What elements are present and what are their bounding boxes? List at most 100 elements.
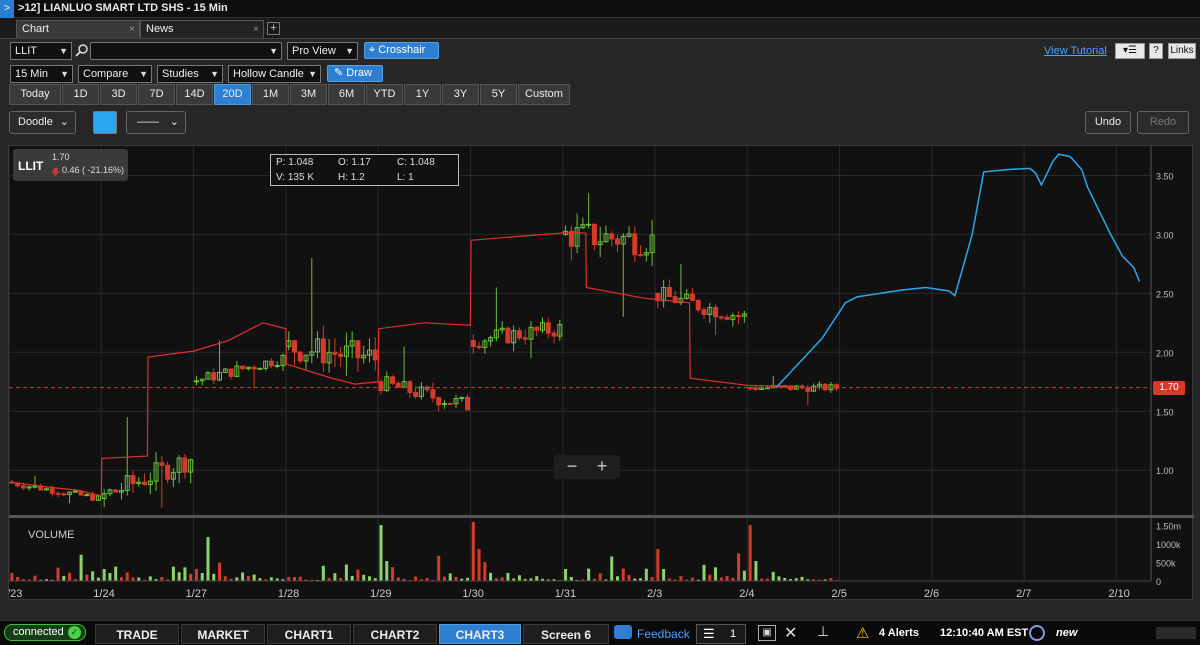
compare-select[interactable]: Compare ▼	[78, 65, 152, 83]
range-14d[interactable]: 14D	[176, 84, 213, 105]
view-tutorial-link[interactable]: View Tutorial	[1044, 45, 1107, 57]
close-icon[interactable]: ×	[129, 21, 135, 38]
taskbar-tab-chart3[interactable]: CHART3	[439, 624, 521, 644]
range-1m[interactable]: 1M	[252, 84, 289, 105]
view-select[interactable]: Pro View ▼	[287, 42, 358, 60]
candle-body	[274, 364, 280, 367]
menu-button[interactable]: ▾☰	[1115, 43, 1145, 59]
search-icon[interactable]	[75, 43, 89, 57]
tab-news[interactable]: News ×	[140, 20, 264, 38]
line-style-value: ——	[137, 116, 159, 128]
redo-button[interactable]: Redo	[1137, 111, 1189, 134]
interval-select[interactable]: 15 Min ▼	[10, 65, 73, 83]
candle-body	[407, 381, 413, 393]
monitor-icon[interactable]: ▣	[758, 625, 776, 641]
line-style-select[interactable]: —— ⌄	[126, 111, 186, 134]
y-tick-label: 3.50	[1156, 171, 1174, 181]
volume-bar	[610, 556, 614, 581]
message-counter[interactable]: ☰ 1	[696, 624, 746, 644]
tab-chart[interactable]: Chart ×	[16, 20, 140, 38]
check-icon: ✓	[68, 626, 81, 639]
x-tick-label: 2/7	[1016, 588, 1031, 600]
volume-bar	[298, 576, 302, 581]
view-value: Pro View	[292, 45, 336, 57]
links-button[interactable]: Links	[1168, 43, 1196, 59]
volume-bar	[471, 522, 475, 581]
quote-change: 0.46 ( -21.16%)	[62, 165, 125, 175]
range-today[interactable]: Today	[9, 84, 61, 105]
taskbar-tab-chart1[interactable]: CHART1	[267, 624, 351, 644]
symbol-select[interactable]: LLIT ▼	[10, 42, 72, 60]
candle-body	[534, 326, 540, 331]
doodle-select[interactable]: Doodle ⌄	[9, 111, 76, 134]
range-custom[interactable]: Custom	[518, 84, 570, 105]
search-input[interactable]: ▼	[90, 42, 282, 60]
range-3d[interactable]: 3D	[100, 84, 137, 105]
down-arrow-icon: 🡇	[51, 167, 61, 177]
window-arrow-icon[interactable]: >	[0, 0, 14, 18]
range-3m[interactable]: 3M	[290, 84, 327, 105]
volume-bar	[737, 553, 741, 581]
tools-icon[interactable]: ✕	[784, 623, 797, 643]
candle-body	[251, 366, 257, 370]
doodle-label: Doodle	[18, 116, 53, 128]
range-ytd[interactable]: YTD	[366, 84, 403, 105]
crosshair-button[interactable]: ⌖ Crosshair	[364, 42, 439, 59]
volume-tick-label: 500k	[1156, 558, 1176, 568]
list-icon: ☰	[703, 626, 715, 641]
connection-status[interactable]: connected ✓	[4, 624, 86, 641]
joystick-icon[interactable]: ⊥	[817, 623, 829, 640]
volume-tick-label: 0	[1156, 577, 1161, 587]
window-title: >12] LIANLUO SMART LTD SHS - 15 Min	[18, 2, 228, 14]
candle-body	[695, 299, 701, 311]
candle-body	[257, 367, 263, 370]
candle-body	[20, 485, 26, 489]
candle-body	[591, 223, 597, 246]
ohlc-c: C: 1.048	[397, 157, 435, 168]
volume-bar	[200, 573, 204, 581]
chart-area[interactable]: 3.50 3.00 2.50 2.00 1.50 1.00 1/23 1/24 1/27 1/28…	[1, 145, 1194, 601]
volume-separator	[9, 515, 1194, 518]
candle-type-select[interactable]: Hollow Candle ▼	[228, 65, 321, 83]
volume-bar	[777, 576, 781, 581]
x-tick-label: 2/6	[924, 588, 939, 600]
candle-body	[614, 238, 620, 245]
volume-bar	[587, 568, 591, 581]
draw-button[interactable]: ✎ Draw	[327, 65, 383, 82]
volume-bar	[621, 568, 625, 581]
undo-button[interactable]: Undo	[1085, 111, 1131, 134]
feedback-link[interactable]: Feedback	[637, 627, 690, 641]
volume-bar	[506, 572, 510, 581]
color-swatch[interactable]	[93, 111, 117, 134]
zoom-out-button[interactable]: −	[560, 455, 584, 479]
taskbar-tab-chart2[interactable]: CHART2	[353, 624, 437, 644]
candle-body	[372, 349, 378, 361]
range-20d[interactable]: 20D	[214, 84, 251, 105]
candle-body	[805, 387, 811, 392]
taskbar-tab-trade[interactable]: TRADE	[95, 624, 179, 644]
taskbar-tab-market[interactable]: MARKET	[181, 624, 265, 644]
volume-bar	[569, 577, 573, 581]
alerts-count[interactable]: 4 Alerts	[879, 627, 919, 639]
zoom-in-button[interactable]: +	[590, 455, 614, 479]
volume-bar	[344, 564, 348, 581]
range-1d[interactable]: 1D	[62, 84, 99, 105]
candle-body	[332, 351, 338, 355]
range-7d[interactable]: 7D	[138, 84, 175, 105]
price-chart[interactable]: 3.50 3.00 2.50 2.00 1.50 1.00 1/23 1/24 1/27 1/28…	[1, 146, 1194, 601]
candle-body	[61, 493, 67, 496]
range-3y[interactable]: 3Y	[442, 84, 479, 105]
taskbar-tab-screen6[interactable]: Screen 6	[523, 624, 609, 644]
ohlc-p: P: 1.048	[276, 157, 314, 168]
scroll-handle[interactable]	[1156, 627, 1196, 639]
close-icon[interactable]: ×	[253, 21, 259, 38]
volume-bar	[771, 571, 775, 581]
range-1y[interactable]: 1Y	[404, 84, 441, 105]
studies-select[interactable]: Studies ▼	[157, 65, 223, 83]
add-tab-button[interactable]: +	[267, 22, 280, 35]
help-button[interactable]: ?	[1149, 43, 1163, 59]
range-5y[interactable]: 5Y	[480, 84, 517, 105]
range-6m[interactable]: 6M	[328, 84, 365, 105]
volume-bar	[754, 561, 758, 581]
list-icon: ▾☰	[1123, 45, 1137, 56]
